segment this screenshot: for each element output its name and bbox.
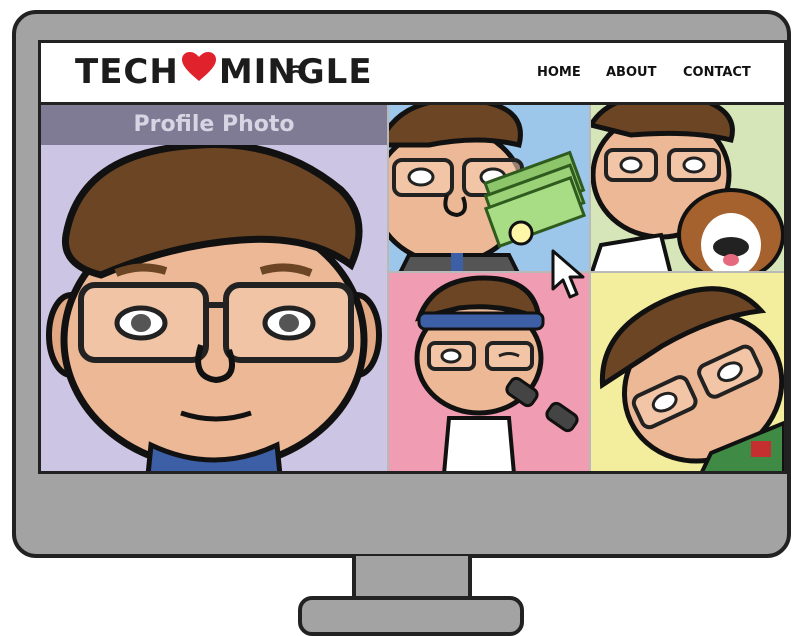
nav-contact-link[interactable]: CONTACT bbox=[683, 65, 751, 80]
nav-home-link[interactable]: HOME bbox=[537, 65, 581, 80]
photo-tile-money[interactable] bbox=[389, 105, 589, 271]
monitor-screen: TECH MINGLE HOME ABOUT CONTACT Profile P… bbox=[38, 40, 787, 474]
nav-about-link[interactable]: ABOUT bbox=[606, 65, 656, 80]
site-logo[interactable]: TECH MINGLE bbox=[75, 51, 373, 92]
monitor-stand-neck bbox=[352, 556, 472, 600]
photo-tile-tilted[interactable] bbox=[591, 273, 784, 471]
profile-photo-label: Profile Photo bbox=[41, 105, 387, 145]
wifi-icon bbox=[285, 47, 307, 87]
mouse-cursor-icon bbox=[551, 249, 585, 306]
photo-tile-dog[interactable] bbox=[591, 105, 784, 271]
monitor-stand-base bbox=[298, 596, 524, 636]
logo-text-tech: TECH bbox=[75, 51, 179, 92]
heart-icon bbox=[181, 51, 217, 92]
profile-photo[interactable] bbox=[41, 145, 387, 471]
site-header: TECH MINGLE HOME ABOUT CONTACT bbox=[41, 43, 784, 105]
